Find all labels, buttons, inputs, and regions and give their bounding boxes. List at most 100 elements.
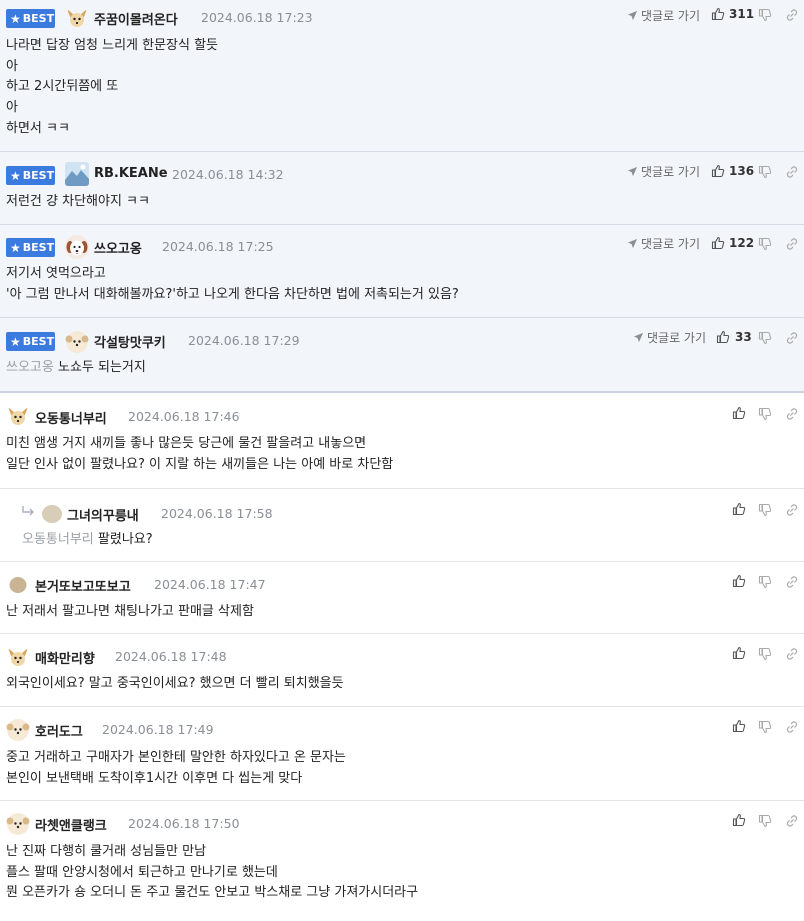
thumbs-up-icon[interactable] — [732, 574, 746, 588]
comment-body: 외국인이세요? 말고 중국인이세요? 했으면 더 빨리 퇴치했을듯 — [6, 676, 344, 691]
comment-item: 매화만리향 2024.06.18 17:48 외국인이세요? 말고 중국인이세요… — [0, 634, 804, 707]
thumbs-up-icon[interactable] — [732, 406, 746, 420]
thumbs-down-icon[interactable] — [758, 647, 772, 661]
thumbs-down-icon[interactable] — [758, 165, 772, 179]
thumbs-down-icon[interactable] — [758, 8, 772, 22]
thumbs-up-icon[interactable] — [732, 646, 746, 660]
fennec-fox-avatar[interactable] — [6, 404, 30, 428]
like-count: 33 — [735, 330, 752, 344]
comment-nickname[interactable]: RB.KEANe — [94, 166, 168, 181]
chain-link-icon[interactable] — [785, 503, 799, 517]
comment-item: 라쳇앤클랭크 2024.06.18 17:50 난 진짜 다행히 쿨거래 성님들… — [0, 801, 804, 921]
comment-body: 쓰오고옹 노쇼두 되는거지 — [6, 360, 146, 375]
go-to-reply-link[interactable]: 댓글로 가기 — [627, 163, 700, 180]
comment-date: 2024.06.18 17:25 — [162, 239, 274, 254]
mention-link[interactable]: 오동통너부리 — [22, 532, 94, 547]
comment-date: 2024.06.18 17:23 — [201, 10, 313, 25]
star-icon: ★ — [10, 11, 21, 26]
comment-item: 오동통너부리 2024.06.18 17:46 미친 앰생 거지 새끼들 좋나 … — [0, 393, 804, 489]
comment-date: 2024.06.18 17:48 — [115, 649, 227, 664]
chain-link-icon[interactable] — [785, 647, 799, 661]
best-badge: ★ BEST — [6, 332, 55, 351]
reply-item: 그녀의꾸릉내 2024.06.18 17:58 오동통너부리 팔렸나요? — [0, 489, 804, 562]
thumbs-up-icon[interactable] — [711, 164, 725, 178]
comment-nickname[interactable]: 본거또보고또보고 — [35, 576, 131, 595]
go-to-reply-link[interactable]: 댓글로 가기 — [633, 329, 706, 346]
chain-link-icon[interactable] — [785, 165, 799, 179]
chain-link-icon[interactable] — [785, 720, 799, 734]
comment-nickname[interactable]: 그녀의꾸릉내 — [67, 505, 139, 524]
thumbs-up-icon[interactable] — [732, 719, 746, 733]
thumbs-up-icon[interactable] — [732, 502, 746, 516]
star-icon: ★ — [10, 240, 21, 255]
thumbs-down-icon[interactable] — [758, 331, 772, 345]
go-to-reply-link[interactable]: 댓글로 가기 — [627, 235, 700, 252]
comment-body: 저런건 걍 차단해야지 ㅋㅋ — [6, 194, 150, 209]
paper-plane-icon — [627, 10, 638, 21]
comment-date: 2024.06.18 14:32 — [172, 167, 284, 182]
comment-body: 저기서 엿먹으라고 '아 그럼 만나서 대화해볼까요?'하고 나오게 한다음 차… — [6, 266, 459, 302]
like-count: 122 — [729, 236, 755, 250]
paper-plane-icon — [627, 166, 638, 177]
puppy-avatar[interactable] — [65, 235, 89, 259]
comment-date: 2024.06.18 17:47 — [154, 577, 266, 592]
thumbs-down-icon[interactable] — [758, 407, 772, 421]
thumbs-down-icon[interactable] — [758, 237, 772, 251]
best-badge: ★ BEST — [6, 238, 55, 257]
go-to-reply-link[interactable]: 댓글로 가기 — [627, 7, 700, 24]
fennec-fox-avatar[interactable] — [65, 6, 89, 30]
thumbs-up-icon[interactable] — [732, 813, 746, 827]
comment-nickname[interactable]: 호러도그 — [35, 721, 83, 740]
comment-nickname[interactable]: 각설탕맛쿠키 — [94, 332, 166, 351]
thumbs-up-icon[interactable] — [716, 330, 730, 344]
thumbs-down-icon[interactable] — [758, 503, 772, 517]
fluffy-dog-avatar[interactable] — [6, 718, 30, 742]
comment-item: 호러도그 2024.06.18 17:49 중고 거래하고 구매자가 본인한테 … — [0, 707, 804, 801]
best-comment: ★ BEST 주꿈이몰려온다 2024.06.18 17:23 댓글로 가기 3… — [0, 0, 804, 152]
comment-body: 중고 거래하고 구매자가 본인한테 말안한 하자있다고 온 문자는 본인이 보낸… — [6, 750, 346, 786]
fluffy-dog-avatar[interactable] — [6, 812, 30, 836]
thumbs-down-icon[interactable] — [758, 575, 772, 589]
paper-plane-icon — [633, 332, 644, 343]
star-icon: ★ — [10, 334, 21, 349]
comment-date: 2024.06.18 17:49 — [102, 722, 214, 737]
landscape-avatar[interactable] — [65, 162, 89, 186]
thumbs-down-icon[interactable] — [758, 814, 772, 828]
star-icon: ★ — [10, 168, 21, 183]
chain-link-icon[interactable] — [785, 237, 799, 251]
fennec-fox-avatar[interactable] — [6, 645, 30, 669]
reply-arrow-icon — [22, 506, 34, 516]
best-badge: ★ BEST — [6, 166, 55, 185]
comment-nickname[interactable]: 매화만리향 — [35, 648, 95, 667]
thumbs-up-icon[interactable] — [711, 7, 725, 21]
chain-link-icon[interactable] — [785, 8, 799, 22]
comment-nickname[interactable]: 오동통너부리 — [35, 408, 107, 427]
chain-link-icon[interactable] — [785, 331, 799, 345]
like-count: 311 — [729, 7, 755, 21]
best-comment: ★ BEST RB.KEANe 2024.06.18 14:32 댓글로 가기 … — [0, 152, 804, 225]
chain-link-icon[interactable] — [785, 407, 799, 421]
thumbs-down-icon[interactable] — [758, 720, 772, 734]
round-blob-avatar[interactable] — [40, 502, 64, 526]
comment-body: 난 진짜 다행히 쿨거래 성님들만 만남 플스 팔때 안양시청에서 퇴근하고 만… — [6, 844, 419, 901]
best-comment: ★ BEST 각설탕맛쿠키 2024.06.18 17:29 댓글로 가기 33… — [0, 318, 804, 393]
chain-link-icon[interactable] — [785, 575, 799, 589]
thumbs-up-icon[interactable] — [711, 236, 725, 250]
comment-item: 본거또보고또보고 2024.06.18 17:47 난 저래서 팔고나면 채팅나… — [0, 562, 804, 634]
comment-nickname[interactable]: 주꿈이몰려온다 — [94, 9, 178, 28]
comment-nickname[interactable]: 쓰오고옹 — [94, 238, 142, 257]
best-badge: ★ BEST — [6, 9, 55, 28]
paper-plane-icon — [627, 238, 638, 249]
comment-date: 2024.06.18 17:50 — [128, 816, 240, 831]
chain-link-icon[interactable] — [785, 814, 799, 828]
comment-body: 나라면 답장 엄청 느리게 한문장식 할듯 아 하고 2시간뒤쯤에 또 아 하면… — [6, 38, 219, 136]
fluffy-dog-avatar[interactable] — [65, 330, 89, 354]
comment-body: 난 저래서 팔고나면 채팅나가고 판매글 삭제함 — [6, 604, 254, 619]
mention-link[interactable]: 쓰오고옹 — [6, 360, 54, 375]
comment-body: 미친 앰생 거지 새끼들 좋나 많은듯 당근에 물건 팔을려고 내놓으면 일단 … — [6, 436, 394, 472]
like-count: 136 — [729, 164, 755, 178]
round-blob-avatar[interactable] — [6, 573, 30, 597]
comment-date: 2024.06.18 17:29 — [188, 333, 300, 348]
comment-nickname[interactable]: 라쳇앤클랭크 — [35, 815, 107, 834]
comment-date: 2024.06.18 17:58 — [161, 506, 273, 521]
